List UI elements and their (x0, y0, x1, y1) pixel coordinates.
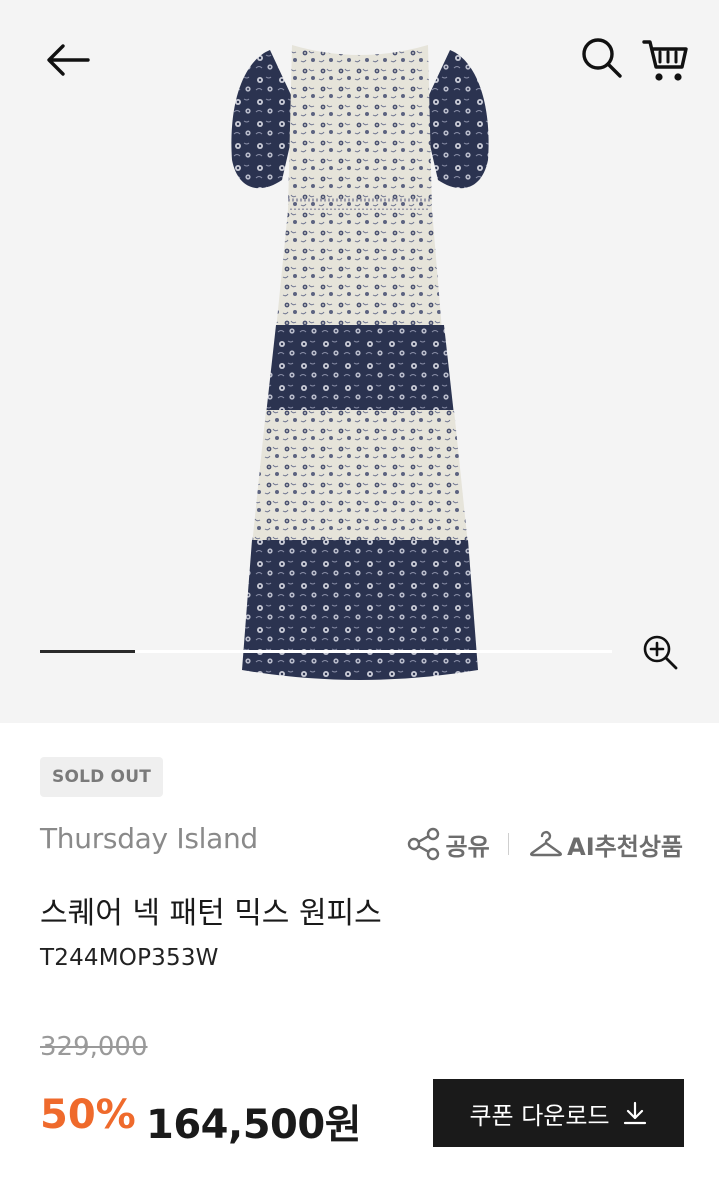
product-code: T244MOP353W (40, 945, 219, 971)
status-badge: SOLD OUT (40, 757, 164, 797)
gallery-progress-indicator (40, 650, 135, 653)
action-divider (507, 833, 510, 855)
share-button[interactable]: 공유 (406, 827, 490, 862)
back-button[interactable] (38, 32, 98, 88)
share-label: 공유 (445, 832, 490, 861)
arrow-left-icon (47, 44, 90, 76)
product-gallery[interactable] (0, 0, 719, 723)
cart-icon (642, 40, 688, 81)
product-image[interactable] (210, 30, 510, 695)
zoom-in-icon (643, 635, 678, 670)
product-title: 스퀘어 넥 패턴 믹스 원피스 (40, 896, 382, 931)
ai-recommend-label: AI추천상품 (567, 832, 683, 861)
coupon-download-button[interactable]: 쿠폰 다운로드 (433, 1079, 684, 1147)
search-icon (582, 38, 622, 78)
coupon-download-label: 쿠폰 다운로드 (469, 1101, 610, 1130)
search-button[interactable] (574, 30, 630, 86)
sale-price: 164,500원 (146, 1102, 362, 1148)
share-icon (407, 827, 439, 861)
ai-recommend-button[interactable]: AI추천상품 (529, 827, 683, 862)
download-icon (623, 1101, 646, 1125)
original-price: 329,000 (40, 1032, 148, 1062)
discount-rate: 50% (40, 1092, 136, 1138)
gallery-progress-track (40, 650, 612, 653)
cart-button[interactable] (636, 30, 694, 90)
hanger-icon (530, 830, 563, 857)
zoom-button[interactable] (636, 628, 684, 676)
product-actions: 공유 AI추천상품 (406, 824, 683, 864)
brand-name[interactable]: Thursday Island (40, 822, 258, 855)
